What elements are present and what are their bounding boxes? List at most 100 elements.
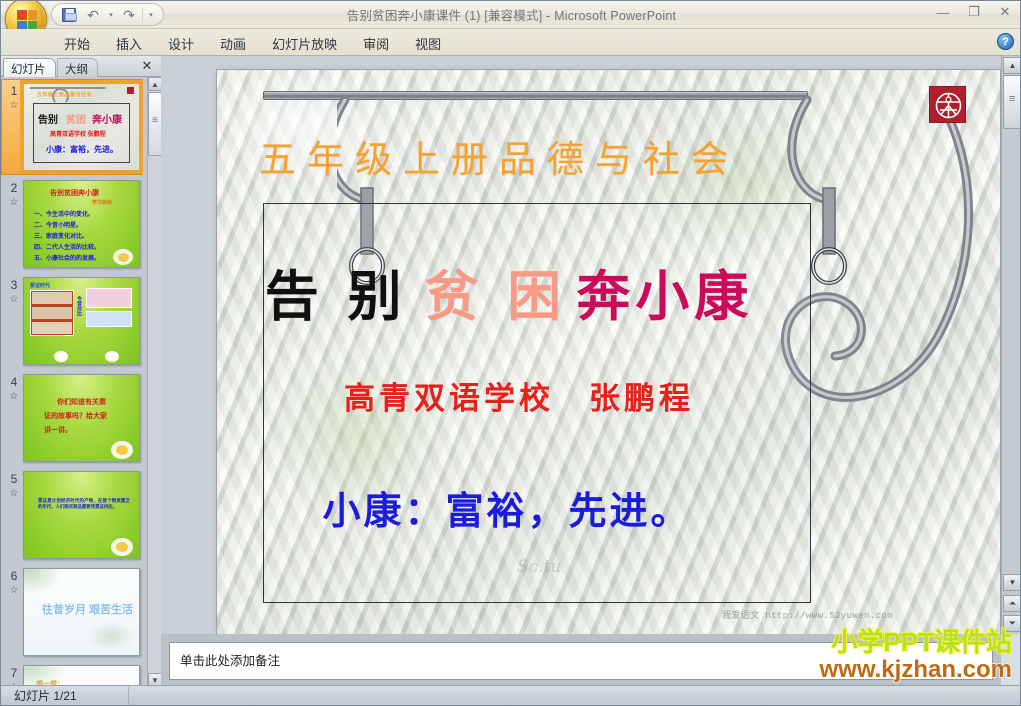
slide-canvas[interactable]: 五年级上册品德与社会 告 别贫 困奔小康 高青双语学校 张鹏程 小康：富裕，先进… <box>216 69 1001 637</box>
thumbnail-number: 2 ☆ <box>5 182 23 209</box>
notes-input[interactable]: 单击此处添加备注 <box>169 642 993 680</box>
headline-part-1: 告 别 <box>264 264 407 328</box>
current-slide[interactable]: 五年级上册品德与社会 告 别贫 困奔小康 高青双语学校 张鹏程 小康：富裕，先进… <box>216 69 1001 637</box>
thumb2-item4: 四、二代人生活的比较。 <box>34 245 101 251</box>
thumbnail-index: 6 <box>10 569 18 583</box>
scroll-up-icon[interactable]: ▲ <box>1003 57 1020 74</box>
slides-pane-scrollbar[interactable]: ▲ ▼ <box>147 77 162 687</box>
ribbon-tabs: 开始 插入 设计 动画 幻灯片放映 审阅 视图 <box>51 31 454 58</box>
thumb1-line2-b: 贫困 <box>66 115 86 126</box>
animation-star-icon: ☆ <box>9 585 19 596</box>
thumbnail-canvas: 告别贫困奔小康 学习目标 一、今生活中的变化。 二、今昔小明星。 三、家庭变化对… <box>24 181 139 267</box>
thumb4-line1: 你们知道有关票 <box>57 399 106 406</box>
customize-quick-access-button[interactable]: ▾ <box>145 5 157 24</box>
ribbon-tab-bar: 开始 插入 设计 动画 幻灯片放映 审阅 视图 ? <box>1 29 1020 58</box>
status-divider <box>128 687 129 705</box>
title-bar: ↶ ▾ ↷ ▾ 告别贫困奔小康课件 (1) [兼容模式] - Microsoft… <box>1 1 1020 40</box>
thumbnail-preview[interactable]: 告别贫困奔小康 学习目标 一、今生活中的变化。 二、今昔小明星。 三、家庭变化对… <box>23 180 140 268</box>
thumb2-item2: 二、今昔小明星。 <box>34 223 83 229</box>
thumbnail-index: 7 <box>10 666 18 680</box>
tab-outline[interactable]: 大纲 <box>57 58 98 77</box>
red-seal-stamp-icon <box>929 86 966 123</box>
scrollbar-thumb[interactable] <box>148 92 162 156</box>
thumbnail-preview[interactable]: 票证时代 今昔对比 <box>23 277 140 365</box>
tab-slides-thumbnails[interactable]: 幻灯片 <box>3 58 56 77</box>
thumbnail-index: 3 <box>10 278 18 292</box>
slide-faint-mark: Sc.tu <box>517 557 562 577</box>
thumbnail-slide-7[interactable]: 7 ☆ 想一想： <box>1 661 147 687</box>
thumb2-sub: 学习目标 <box>92 200 113 206</box>
minimize-button[interactable]: — <box>932 4 954 20</box>
tab-slideshow[interactable]: 幻灯片放映 <box>259 31 350 58</box>
scroll-down-icon[interactable]: ▼ <box>1003 574 1020 591</box>
save-button[interactable] <box>58 5 80 24</box>
animation-star-icon: ☆ <box>9 197 19 208</box>
undo-arrow-icon: ↶ <box>87 6 99 23</box>
previous-slide-button[interactable]: ⏶ <box>1003 595 1020 612</box>
thumbnail-canvas: 想一想： <box>24 666 139 687</box>
tab-review[interactable]: 审阅 <box>350 31 402 58</box>
redo-button[interactable]: ↷ <box>118 5 140 24</box>
animation-star-icon: ☆ <box>9 294 19 305</box>
thumbnail-slide-2[interactable]: 2 ☆ 告别贫困奔小康 学习目标 一、今生活中的变化。 二、今昔小明星。 三、家… <box>1 176 147 273</box>
headline-part-3: 奔小康 <box>576 264 754 328</box>
slide-definition: 小康：富裕，先进。 <box>322 488 692 533</box>
double-up-arrow-icon: ⏶ <box>1008 598 1017 608</box>
undo-dropdown-button[interactable]: ▾ <box>106 5 116 24</box>
floppy-disk-icon <box>62 7 77 22</box>
thumb1-line4: 小康：富裕，先进。 <box>46 145 118 154</box>
animation-star-icon: ☆ <box>9 391 19 402</box>
chevron-down-icon: ▾ <box>109 11 113 19</box>
undo-button[interactable]: ↶ <box>82 5 104 24</box>
next-slide-button[interactable]: ⏷ <box>1003 615 1020 632</box>
thumb2-item1: 一、今生活中的变化。 <box>34 212 95 218</box>
thumb1-line2-a: 告别 <box>38 115 58 126</box>
tab-insert[interactable]: 插入 <box>103 31 155 58</box>
thumbnail-slide-3[interactable]: 3 ☆ 票证时代 今昔对比 <box>1 273 147 370</box>
tab-home[interactable]: 开始 <box>51 31 103 58</box>
slide-header-title: 五年级上册品德与社会 <box>259 138 739 181</box>
thumb6-title: 往昔岁月 艰苦生活 <box>42 604 134 616</box>
scrollbar-thumb[interactable] <box>1003 75 1020 129</box>
thumb2-item5: 五、小康社会的的发展。 <box>34 256 101 262</box>
close-pane-icon[interactable]: ✕ <box>139 58 155 74</box>
office-logo-icon <box>17 10 37 30</box>
thumb5-paragraph: 票证是计划经济时代的产物，在那个物资匮乏的年代，人们购买商品都要凭票证供应。 <box>38 498 130 509</box>
window-controls: — ❐ ✕ <box>932 4 1016 20</box>
thumbnail-index: 4 <box>10 375 18 389</box>
tab-design[interactable]: 设计 <box>155 31 207 58</box>
thumbnail-preview[interactable]: 你们知道有关票 证的故事吗？给大家 讲一讲。 <box>23 374 140 462</box>
notes-pane: 单击此处添加备注 <box>161 634 1001 687</box>
thumbnail-slide-6[interactable]: 6 ☆ 往昔岁月 艰苦生活 <box>1 564 147 661</box>
thumbnail-index: 5 <box>10 472 18 486</box>
status-bar: 幻灯片 1/21 <box>1 685 1020 705</box>
thumbnail-slide-4[interactable]: 4 ☆ 你们知道有关票 证的故事吗？给大家 讲一讲。 <box>1 370 147 467</box>
tab-animations[interactable]: 动画 <box>207 31 259 58</box>
thumb1-line1: 五年级上册品德与社会 <box>37 92 93 98</box>
slide-area-scrollbar[interactable]: ▲ ▼ ⏶ ⏷ <box>1001 56 1020 634</box>
slide-subtitle: 高青双语学校 张鹏程 <box>344 381 694 417</box>
restore-button[interactable]: ❐ <box>963 4 985 20</box>
thumbnail-preview[interactable]: 五年级上册品德与社会 告别 贫困 奔小康 高青双语学校 张鹏程 小康：富裕，先进… <box>20 80 143 174</box>
thumbnail-slide-5[interactable]: 5 ☆ 票证是计划经济时代的产物，在那个物资匮乏的年代，人们购买商品都要凭票证供… <box>1 467 147 564</box>
headline-part-2: 贫 困 <box>424 264 567 328</box>
help-icon[interactable]: ? <box>997 33 1014 50</box>
thumbnail-slide-1[interactable]: 1 ☆ 五年级上册品德与社会 告别 贫困 奔小康 高青双语学校 张鹏程 小康：富… <box>1 79 147 176</box>
slide-editing-area: 五年级上册品德与社会 告 别贫 困奔小康 高青双语学校 张鹏程 小康：富裕，先进… <box>161 56 1001 637</box>
thumbnail-preview[interactable]: 想一想： <box>23 665 140 687</box>
thumb2-item3: 三、家庭变化对比。 <box>34 234 89 240</box>
thumbnail-preview[interactable]: 往昔岁月 艰苦生活 <box>23 568 140 656</box>
thumb4-line3: 讲一讲。 <box>44 427 72 434</box>
thumbnail-preview[interactable]: 票证是计划经济时代的产物，在那个物资匮乏的年代，人们购买商品都要凭票证供应。 <box>23 471 140 559</box>
slide-counter[interactable]: 幻灯片 1/21 <box>8 688 83 705</box>
thumb2-title: 告别贫困奔小康 <box>50 190 99 197</box>
toolbar-divider <box>142 7 143 22</box>
thumbnail-canvas: 票证是计划经济时代的产物，在那个物资匮乏的年代，人们购买商品都要凭票证供应。 <box>24 472 139 558</box>
animation-star-icon: ☆ <box>9 488 19 499</box>
thumb1-line2-c: 奔小康 <box>92 115 122 126</box>
tab-view[interactable]: 视图 <box>402 31 454 58</box>
close-button[interactable]: ✕ <box>994 4 1016 20</box>
scroll-up-icon[interactable]: ▲ <box>148 77 162 91</box>
thumbnail-list[interactable]: 1 ☆ 五年级上册品德与社会 告别 贫困 奔小康 高青双语学校 张鹏程 小康：富… <box>1 77 147 687</box>
thumbnail-canvas: 票证时代 今昔对比 <box>24 278 139 364</box>
